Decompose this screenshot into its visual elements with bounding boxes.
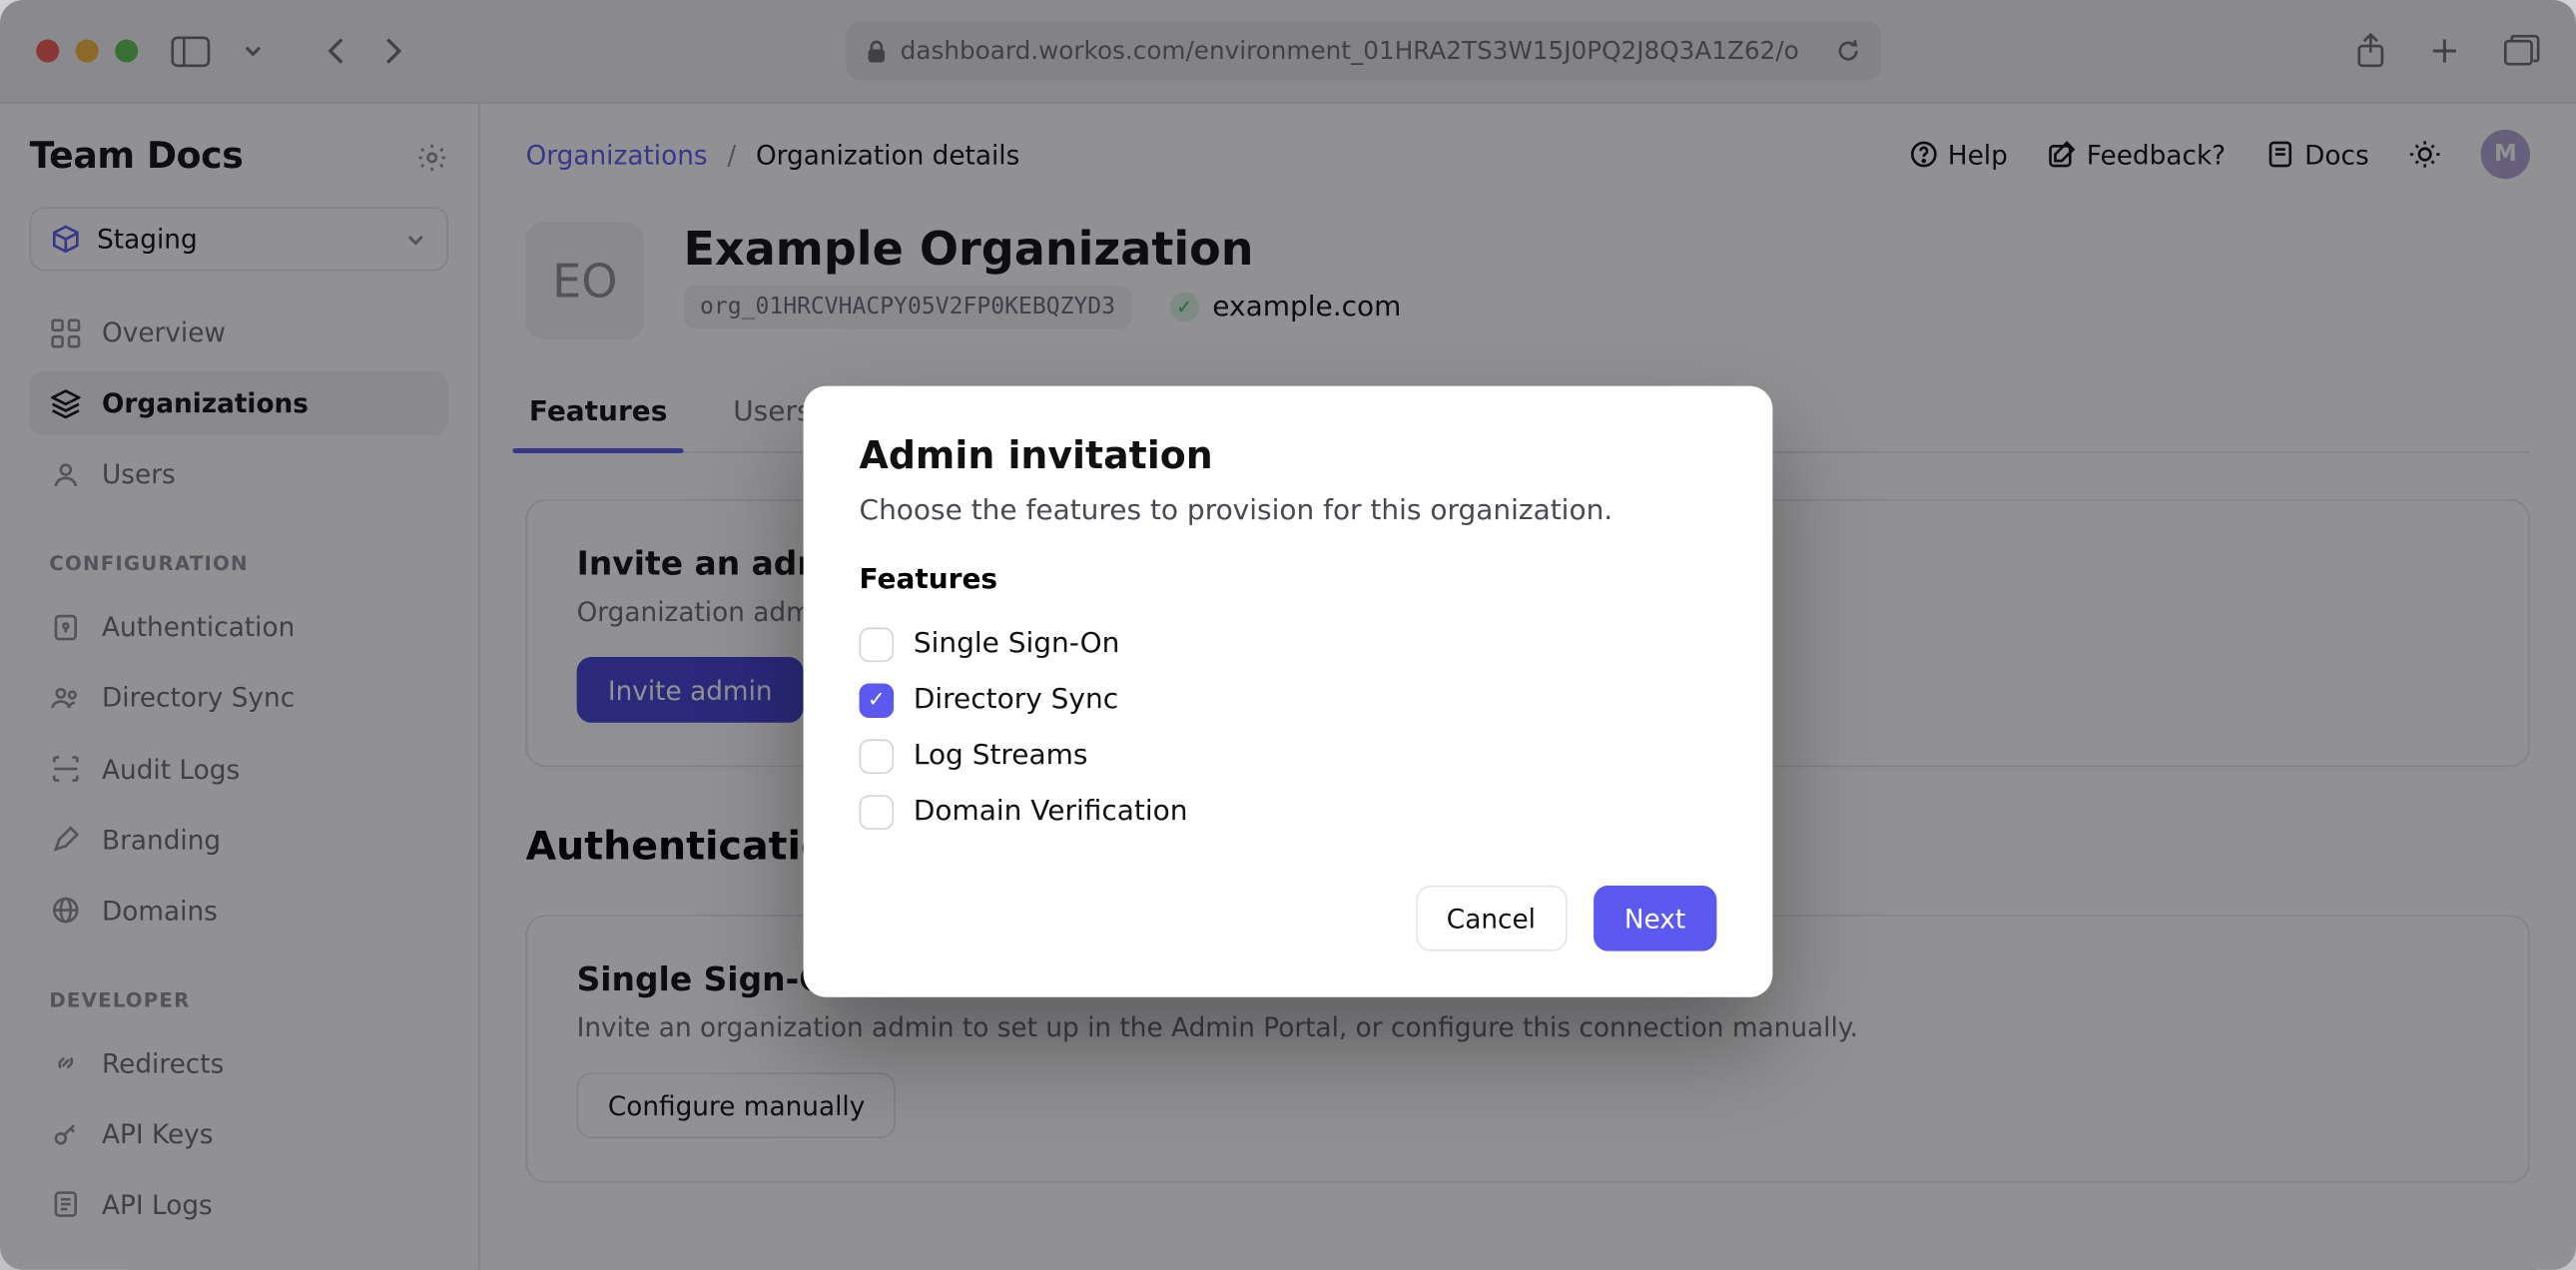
checkbox-icon: ✓ (860, 683, 895, 718)
feature-label: Log Streams (914, 739, 1088, 772)
checkbox-icon (860, 795, 895, 830)
feature-label: Domain Verification (914, 795, 1188, 828)
modal-scrim[interactable]: Admin invitation Choose the features to … (0, 0, 2576, 1270)
feature-option-domain-verification[interactable]: Domain Verification (860, 784, 1717, 840)
admin-invitation-modal: Admin invitation Choose the features to … (804, 386, 1773, 997)
checkbox-icon (860, 627, 895, 662)
modal-subtitle: Choose the features to provision for thi… (860, 494, 1717, 527)
feature-option-log-streams[interactable]: Log Streams (860, 728, 1717, 784)
feature-option-directory-sync[interactable]: ✓ Directory Sync (860, 672, 1717, 728)
modal-features-header: Features (860, 563, 1717, 596)
feature-label: Directory Sync (914, 683, 1118, 716)
cancel-button[interactable]: Cancel (1416, 886, 1568, 952)
feature-label: Single Sign-On (914, 628, 1120, 661)
feature-option-sso[interactable]: Single Sign-On (860, 616, 1717, 672)
app-window: dashboard.workos.com/environment_01HRA2T… (0, 0, 2576, 1270)
next-button[interactable]: Next (1594, 886, 1717, 952)
modal-actions: Cancel Next (860, 886, 1717, 952)
checkbox-icon (860, 739, 895, 774)
modal-title: Admin invitation (860, 435, 1717, 478)
